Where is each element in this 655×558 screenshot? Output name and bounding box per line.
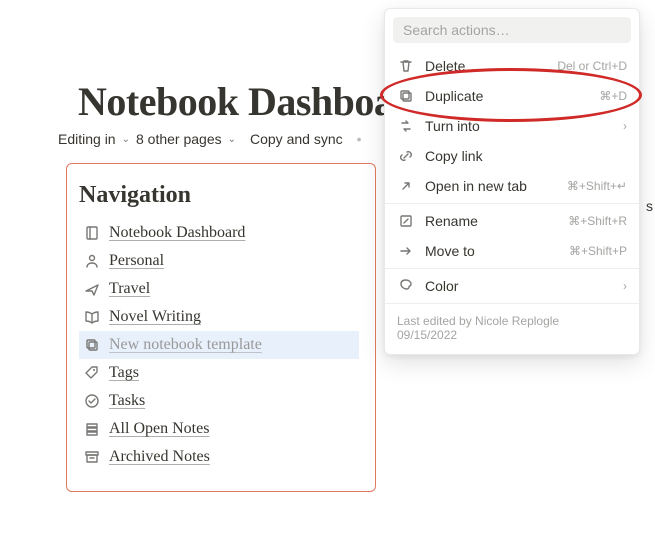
stray-letter: s xyxy=(646,198,653,214)
last-edited-by: Last edited by Nicole Replogle xyxy=(397,314,627,328)
sync-down-icon: ⌄ xyxy=(122,134,130,145)
nav-item-label: New notebook template xyxy=(109,336,262,354)
nav-item-archived-notes[interactable]: Archived Notes xyxy=(79,443,359,471)
nav-item-label: Tasks xyxy=(109,392,145,410)
menu-item-label: Copy link xyxy=(425,148,627,164)
menu-item-turn-into[interactable]: Turn into › xyxy=(385,111,639,141)
toolbar-overflow-icon[interactable]: • xyxy=(357,131,362,147)
menu-item-delete[interactable]: Delete Del or Ctrl+D xyxy=(385,51,639,81)
nav-item-label: Notebook Dashboard xyxy=(109,224,245,242)
nav-item-label: Personal xyxy=(109,252,164,270)
color-icon xyxy=(397,277,415,295)
copy-sync-segment[interactable]: Copy and sync xyxy=(250,131,343,147)
menu-item-duplicate[interactable]: Duplicate ⌘+D xyxy=(385,81,639,111)
menu-item-open-in-new-tab[interactable]: Open in new tab ⌘+Shift+↵ xyxy=(385,171,639,201)
nav-item-label: All Open Notes xyxy=(109,420,209,438)
menu-item-label: Duplicate xyxy=(425,88,589,104)
nav-item-all-open-notes[interactable]: All Open Notes xyxy=(79,415,359,443)
nav-item-notebook-dashboard[interactable]: Notebook Dashboard xyxy=(79,219,359,247)
nav-item-label: Travel xyxy=(109,280,150,298)
menu-item-copy-link[interactable]: Copy link xyxy=(385,141,639,171)
duplicate-icon xyxy=(83,336,101,354)
menu-separator xyxy=(385,303,639,304)
user-icon xyxy=(83,252,101,270)
copy-sync-label: Copy and sync xyxy=(250,131,343,147)
stack-icon xyxy=(83,420,101,438)
menu-item-move-to[interactable]: Move to ⌘+Shift+P xyxy=(385,236,639,266)
editing-in-label: Editing in xyxy=(58,131,116,147)
editing-in-segment[interactable]: Editing in ⌄ 8 other pages ⌄ xyxy=(58,131,236,147)
shortcut-label: ⌘+D xyxy=(599,89,627,103)
menu-item-label: Delete xyxy=(425,58,547,74)
nav-item-label: Tags xyxy=(109,364,139,382)
menu-item-rename[interactable]: Rename ⌘+Shift+R xyxy=(385,206,639,236)
notebook-icon xyxy=(83,224,101,242)
menu-item-label: Move to xyxy=(425,243,559,259)
nav-item-tasks[interactable]: Tasks xyxy=(79,387,359,415)
shortcut-label: ⌘+Shift+R xyxy=(568,214,627,228)
last-edited-date: 09/15/2022 xyxy=(397,328,627,342)
menu-footer: Last edited by Nicole Replogle 09/15/202… xyxy=(385,306,639,354)
menu-item-label: Open in new tab xyxy=(425,178,557,194)
context-menu: Delete Del or Ctrl+D Duplicate ⌘+D Turn into… xyxy=(384,8,640,355)
nav-item-label: Novel Writing xyxy=(109,308,201,326)
pages-label: 8 other pages xyxy=(136,131,222,147)
nav-item-novel-writing[interactable]: Novel Writing xyxy=(79,303,359,331)
checkcircle-icon xyxy=(83,392,101,410)
nav-item-personal[interactable]: Personal xyxy=(79,247,359,275)
navigation-heading: Navigation xyxy=(79,182,359,219)
trash-icon xyxy=(397,57,415,75)
book-icon xyxy=(83,308,101,326)
chevron-right-icon: › xyxy=(623,279,627,293)
turninto-icon xyxy=(397,117,415,135)
tag-icon xyxy=(83,364,101,382)
archive-icon xyxy=(83,448,101,466)
menu-item-label: Turn into xyxy=(425,118,613,134)
moveto-icon xyxy=(397,242,415,260)
shortcut-label: ⌘+Shift+P xyxy=(569,244,627,258)
menu-search-input[interactable] xyxy=(393,17,631,43)
shortcut-label: ⌘+Shift+↵ xyxy=(567,179,627,193)
duplicate-icon xyxy=(397,87,415,105)
navigation-card: Navigation Notebook Dashboard Personal Tra… xyxy=(66,163,376,492)
chevron-down-icon: ⌄ xyxy=(228,134,236,145)
nav-item-label: Archived Notes xyxy=(109,448,210,466)
shortcut-label: Del or Ctrl+D xyxy=(557,59,627,73)
menu-separator xyxy=(385,268,639,269)
link-icon xyxy=(397,147,415,165)
nav-item-travel[interactable]: Travel xyxy=(79,275,359,303)
menu-item-label: Rename xyxy=(425,213,558,229)
nav-item-tags[interactable]: Tags xyxy=(79,359,359,387)
menu-item-color[interactable]: Color › xyxy=(385,271,639,301)
chevron-right-icon: › xyxy=(623,119,627,133)
nav-item-new-notebook-template[interactable]: New notebook template xyxy=(79,331,359,359)
menu-item-label: Color xyxy=(425,278,613,294)
menu-separator xyxy=(385,203,639,204)
plane-icon xyxy=(83,280,101,298)
newtab-icon xyxy=(397,177,415,195)
rename-icon xyxy=(397,212,415,230)
